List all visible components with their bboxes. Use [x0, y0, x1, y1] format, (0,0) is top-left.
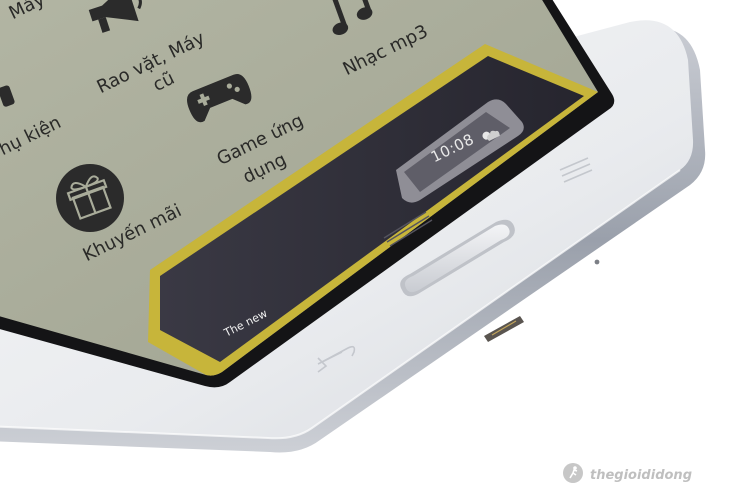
photo-stage: Máy Rao vặt, Máy cũ Nhạc mp3 hụ kiện Gam…	[0, 0, 750, 500]
gift-icon	[54, 162, 126, 238]
watermark-text: thegioididong	[590, 467, 692, 483]
runner-icon	[562, 462, 584, 488]
watermark: thegioididong	[562, 462, 692, 488]
mic-hole	[594, 259, 600, 265]
